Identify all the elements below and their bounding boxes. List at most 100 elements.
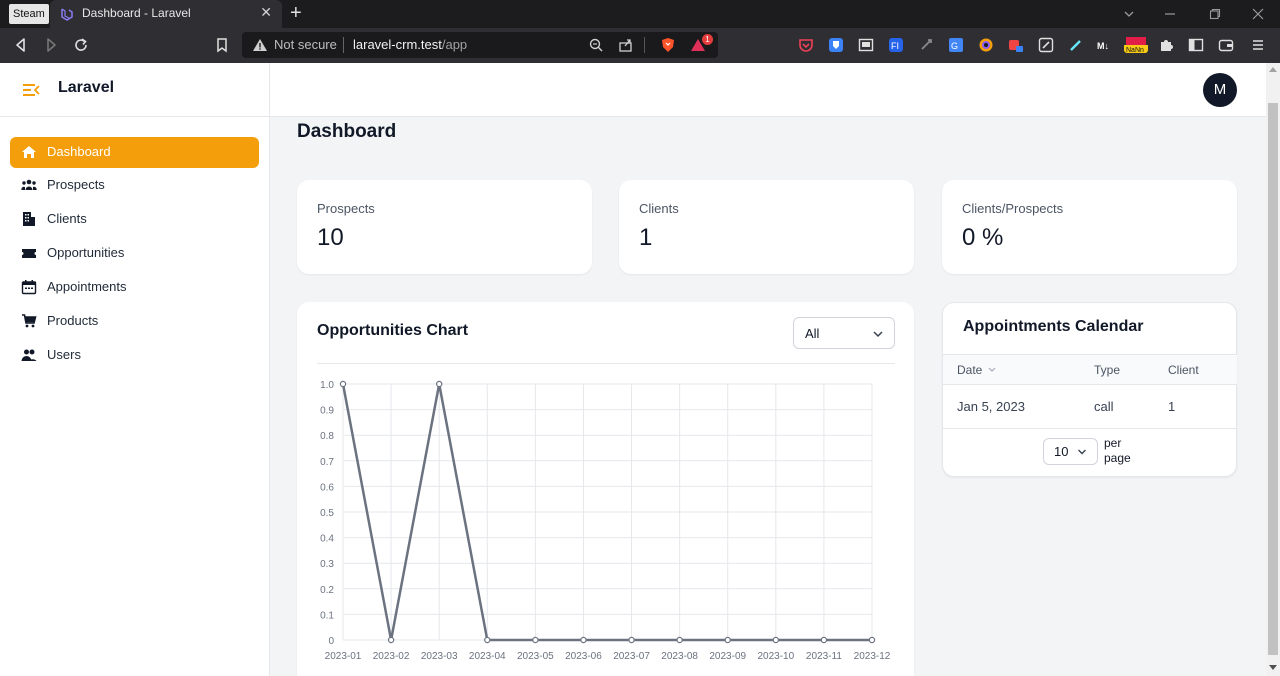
- share-icon[interactable]: [618, 37, 634, 53]
- data-point: [339, 380, 347, 388]
- x-tick-label: 2023-10: [757, 651, 794, 662]
- users-group-icon: [21, 179, 37, 190]
- data-point: [435, 380, 443, 388]
- opportunities-chart-card: Opportunities Chart All 0 0.1 0.2 0.3 0.4 0.5…: [297, 302, 914, 676]
- y-tick-label: 0.6: [320, 482, 334, 493]
- menu-collapse-icon[interactable]: [22, 82, 40, 98]
- calendar-table-header: Date Type Client: [943, 354, 1237, 385]
- x-tick-label: 2023-12: [854, 651, 891, 662]
- brand-row: Laravel: [0, 63, 269, 117]
- pen-ext-icon[interactable]: [1068, 37, 1084, 53]
- chart-filter-select[interactable]: All: [793, 317, 895, 349]
- sidebar-item-appointments[interactable]: Appointments: [10, 272, 259, 303]
- pocket-icon[interactable]: [798, 37, 814, 53]
- per-page-select[interactable]: 10: [1043, 438, 1098, 465]
- scroll-down-icon[interactable]: [1269, 665, 1277, 670]
- sidebar-item-label: Prospects: [47, 177, 105, 192]
- sidebar-item-clients[interactable]: Clients: [10, 204, 259, 235]
- tab-close-icon[interactable]: ✕: [260, 4, 272, 21]
- edit-ext-icon[interactable]: [1038, 37, 1054, 53]
- cell-date: Jan 5, 2023: [957, 399, 1025, 414]
- avatar[interactable]: M: [1203, 73, 1237, 107]
- x-tick-label: 2023-02: [373, 651, 410, 662]
- scroll-thumb[interactable]: [1268, 103, 1278, 655]
- column-header-client: Client: [1168, 363, 1199, 377]
- cart-icon: [22, 314, 37, 328]
- stat-value: 0 %: [962, 224, 1004, 251]
- browser-titlebar: Steam Dashboard - Laravel ✕ +: [0, 0, 1280, 28]
- close-window-icon[interactable]: [1252, 8, 1264, 20]
- stat-label: Clients: [639, 201, 679, 216]
- color-ext-icon[interactable]: [978, 37, 994, 53]
- scroll-up-icon[interactable]: [1269, 67, 1277, 72]
- url-text[interactable]: laravel-crm.test/app: [353, 37, 467, 52]
- wallet-icon[interactable]: [1218, 37, 1234, 53]
- sidebar-item-label: Opportunities: [47, 245, 125, 260]
- data-point: [772, 636, 780, 644]
- sidebar-toggle-icon[interactable]: [1188, 37, 1204, 53]
- per-page-value: 10: [1054, 444, 1069, 459]
- y-tick-label: 1.0: [320, 380, 334, 391]
- column-header-type: Type: [1094, 363, 1121, 377]
- extensions-puzzle-icon[interactable]: [1158, 37, 1174, 53]
- data-point: [724, 636, 731, 644]
- y-tick-label: 0.1: [320, 610, 334, 621]
- stat-label: Clients/Prospects: [962, 201, 1064, 216]
- calendar-title: Appointments Calendar: [963, 318, 1144, 335]
- window-ext-icon[interactable]: [858, 37, 874, 53]
- nanin-ext-icon[interactable]: NaNn: [1124, 37, 1148, 53]
- data-point: [580, 636, 587, 644]
- omnibox-separator-2: [644, 37, 645, 53]
- zotero-ext-icon[interactable]: [1008, 37, 1024, 53]
- bitwarden-icon[interactable]: [828, 37, 844, 53]
- home-icon: [22, 146, 36, 158]
- translate-icon[interactable]: G: [948, 37, 964, 53]
- reload-icon[interactable]: [72, 36, 90, 54]
- restore-icon[interactable]: [1209, 8, 1221, 20]
- data-point: [532, 636, 539, 644]
- address-bar[interactable]: Not secure laravel-crm.test/app 1: [242, 32, 718, 58]
- sidebar-item-users[interactable]: Users: [10, 340, 259, 371]
- users-icon: [21, 349, 37, 361]
- page-scrollbar[interactable]: [1266, 63, 1280, 676]
- stat-card-clients: Clients 1: [619, 180, 914, 274]
- svg-text:FI: FI: [891, 41, 899, 51]
- column-header-date[interactable]: Date: [957, 363, 982, 377]
- sidebar-item-prospects[interactable]: Prospects: [10, 170, 259, 201]
- menu-icon[interactable]: [1250, 37, 1266, 53]
- x-tick-label: 2023-07: [613, 651, 650, 662]
- data-point: [484, 636, 491, 644]
- app-topbar: M: [270, 63, 1266, 117]
- sidebar-item-opportunities[interactable]: Opportunities: [10, 238, 259, 269]
- data-point: [628, 636, 635, 644]
- new-tab-button[interactable]: +: [290, 2, 302, 25]
- x-tick-label: 2023-08: [661, 651, 698, 662]
- data-point: [820, 636, 828, 644]
- data-point: [387, 636, 395, 644]
- fi-ext-icon[interactable]: FI: [888, 37, 904, 53]
- x-tick-label: 2023-11: [806, 651, 842, 662]
- bookmark-icon[interactable]: [213, 36, 231, 54]
- zoom-icon[interactable]: [588, 37, 604, 53]
- sidebar-item-products[interactable]: Products: [10, 306, 259, 337]
- svg-text:NaNn: NaNn: [1126, 47, 1144, 53]
- steam-button[interactable]: Steam: [9, 4, 49, 24]
- rocket-icon[interactable]: [918, 37, 934, 53]
- data-point: [676, 636, 683, 644]
- y-tick-label: 0.8: [320, 431, 334, 442]
- browser-tab[interactable]: Dashboard - Laravel ✕: [50, 0, 282, 28]
- minimize-icon[interactable]: [1164, 8, 1176, 20]
- back-icon[interactable]: [12, 36, 30, 54]
- omnibox-separator: [343, 37, 344, 53]
- sort-icon[interactable]: [988, 367, 996, 373]
- warning-icon: [253, 39, 267, 51]
- calendar-divider: [943, 428, 1237, 429]
- laravel-favicon-icon: [61, 8, 73, 21]
- chart-title: Opportunities Chart: [317, 322, 469, 339]
- tab-search-icon[interactable]: [1123, 8, 1135, 20]
- y-tick-label: 0.2: [320, 585, 334, 596]
- forward-icon[interactable]: [42, 36, 60, 54]
- sidebar-item-dashboard[interactable]: Dashboard: [10, 137, 259, 168]
- brave-shield-icon[interactable]: [660, 37, 676, 53]
- markdown-ext-icon[interactable]: M↓: [1096, 37, 1116, 53]
